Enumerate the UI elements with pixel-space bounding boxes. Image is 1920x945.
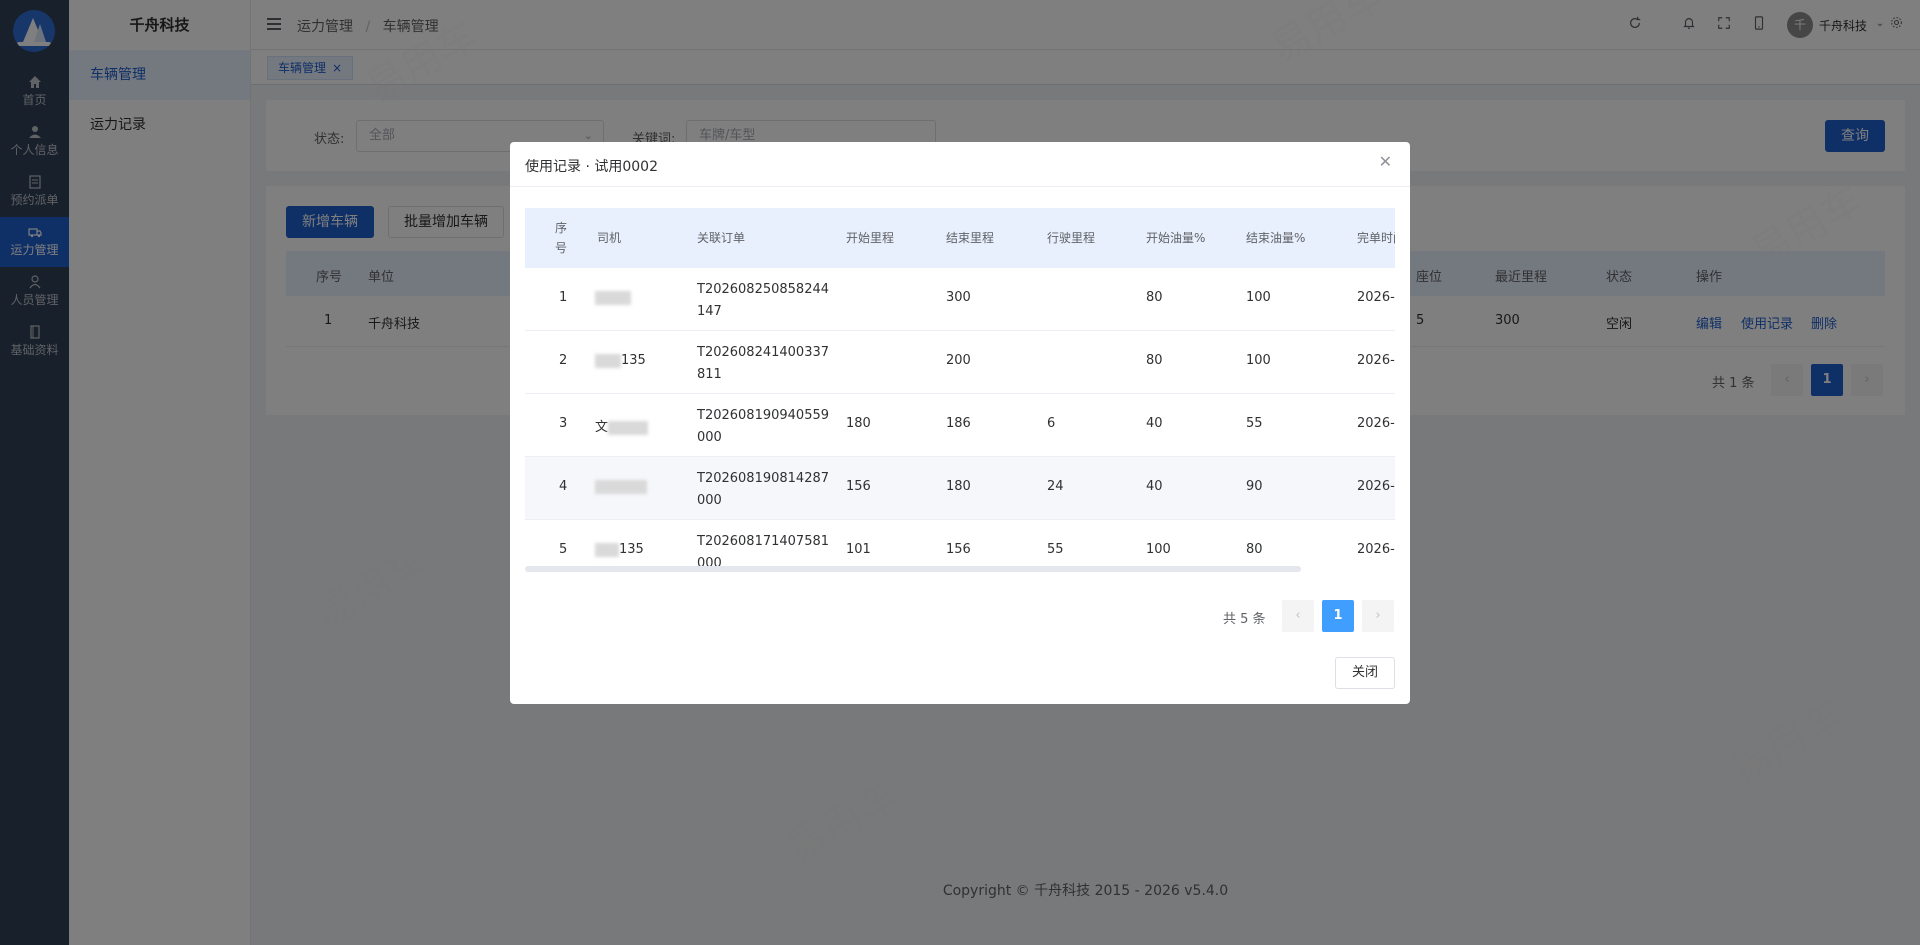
cell-start-mileage: 180 xyxy=(846,416,871,431)
cell-index: 5 xyxy=(559,542,568,557)
redacted-name xyxy=(595,353,621,368)
cell-order: T202608241400337 811 xyxy=(697,345,830,382)
next-page-button[interactable]: › xyxy=(1362,600,1394,632)
redacted-name xyxy=(608,420,649,435)
cell-end-mileage: 156 xyxy=(946,542,971,557)
cell-distance: 24 xyxy=(1047,479,1064,494)
header-driver: 司机 xyxy=(597,231,622,245)
dialog-divider xyxy=(510,186,1410,187)
cell-start-fuel: 80 xyxy=(1146,353,1163,368)
cell-end-fuel: 55 xyxy=(1246,416,1263,431)
cell-end-mileage: 300 xyxy=(946,290,971,305)
header-order: 关联订单 xyxy=(697,231,746,245)
cell-end-mileage: 200 xyxy=(946,353,971,368)
cell-start-fuel: 40 xyxy=(1146,416,1163,431)
cell-end-mileage: 186 xyxy=(946,416,971,431)
cell-driver: 文 xyxy=(595,416,649,435)
header-end-fuel: 结束油量% xyxy=(1246,231,1306,245)
prev-page-button[interactable]: ‹ xyxy=(1282,600,1314,632)
cell-order: T202608250858244 147 xyxy=(697,282,830,319)
cell-end-mileage: 180 xyxy=(946,479,971,494)
cell-finish-time: 2026-08 xyxy=(1357,542,1395,557)
header-start-fuel: 开始油量% xyxy=(1146,231,1206,245)
cell-driver xyxy=(595,290,631,305)
cell-index: 3 xyxy=(559,416,568,431)
cell-start-fuel: 100 xyxy=(1146,542,1171,557)
redacted-name xyxy=(595,542,619,557)
cell-start-mileage: 101 xyxy=(846,542,871,557)
cell-index: 1 xyxy=(559,290,568,305)
cell-finish-time: 2026-08 xyxy=(1357,416,1395,431)
header-finish-time: 完单时间 xyxy=(1357,231,1395,245)
dialog-title: 使用记录 · 试用0002 xyxy=(525,159,658,175)
page-number[interactable]: 1 xyxy=(1322,600,1354,632)
header-end-mileage: 结束里程 xyxy=(946,231,995,245)
header-distance: 行驶里程 xyxy=(1047,231,1096,245)
cell-end-fuel: 100 xyxy=(1246,290,1271,305)
redacted-name xyxy=(595,479,647,494)
pagination-total: 共 5 条 xyxy=(1223,612,1266,627)
cell-driver xyxy=(595,479,647,494)
cell-order: T202608190940559 000 xyxy=(697,408,830,445)
cell-end-fuel: 90 xyxy=(1246,479,1263,494)
header-index: 序号 xyxy=(555,221,568,255)
usage-record-table: 序号 司机 关联订单 开始里程 结束里程 行驶里程 开始油量% 结束油量% 完单… xyxy=(525,208,1395,578)
table-row: 1 T202608250858244147 300 80 100 2026-08 xyxy=(525,268,1395,331)
cell-index: 4 xyxy=(559,479,568,494)
table-row: 4 T202608190814287 000 156 180 24 40 90 2… xyxy=(525,457,1395,520)
dialog-table-header: 序号 司机 关联订单 开始里程 结束里程 行驶里程 开始油量% 结束油量% 完单… xyxy=(525,208,1395,268)
cell-distance: 6 xyxy=(1047,416,1056,431)
close-button[interactable]: 关闭 xyxy=(1335,657,1395,689)
cell-end-fuel: 80 xyxy=(1246,542,1263,557)
cell-finish-time: 2026-08 xyxy=(1357,479,1395,494)
cell-start-mileage: 156 xyxy=(846,479,871,494)
table-row: 2 135 T202608241400337 811 200 80 100 202… xyxy=(525,331,1395,394)
cell-driver: 135 xyxy=(595,542,644,557)
header-start-mileage: 开始里程 xyxy=(846,231,895,245)
cell-order: T202608190814287 000 xyxy=(697,471,830,508)
cell-finish-time: 2026-08 xyxy=(1357,290,1395,305)
cell-start-fuel: 40 xyxy=(1146,479,1163,494)
redacted-name xyxy=(595,290,631,305)
cell-end-fuel: 100 xyxy=(1246,353,1271,368)
close-icon[interactable]: ✕ xyxy=(1379,152,1392,171)
cell-distance: 55 xyxy=(1047,542,1064,557)
horizontal-scrollbar[interactable] xyxy=(525,566,1301,572)
usage-record-dialog: 使用记录 · 试用0002 ✕ 序号 司机 关联订单 开始里程 结束里程 行驶里… xyxy=(510,142,1410,704)
cell-driver: 135 xyxy=(595,353,646,368)
cell-index: 2 xyxy=(559,353,568,368)
cell-finish-time: 2026-08 xyxy=(1357,353,1395,368)
table-row: 3 文 T202608190940559 000 180 186 6 40 55 … xyxy=(525,394,1395,457)
cell-start-fuel: 80 xyxy=(1146,290,1163,305)
